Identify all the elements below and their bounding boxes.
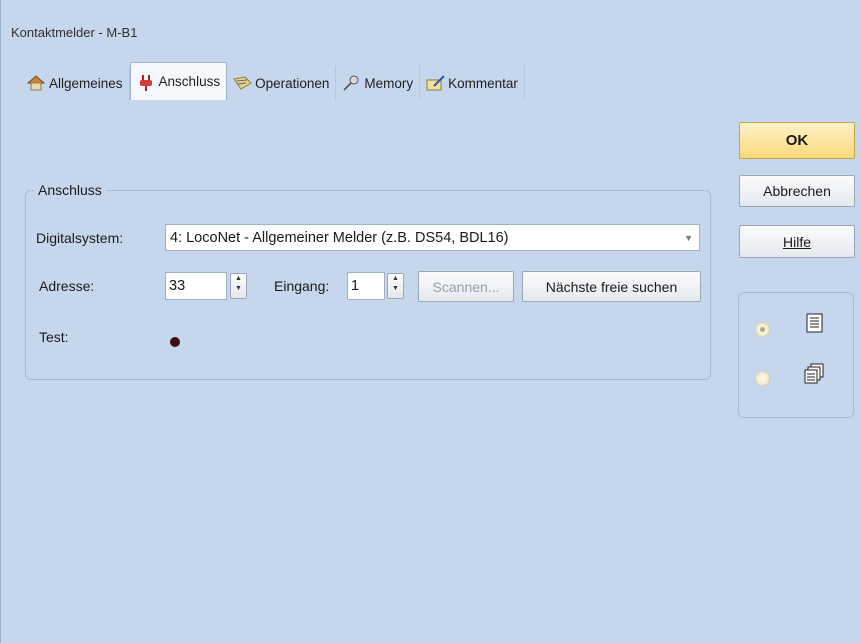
address-input[interactable]: 33 — [165, 272, 227, 300]
tab-label: Allgemeines — [49, 75, 123, 91]
tab-anschluss[interactable]: Anschluss — [129, 62, 228, 100]
window-title: Kontaktmelder - M-B1 — [11, 25, 138, 40]
tab-kommentar[interactable]: Kommentar — [420, 66, 525, 100]
digitalsystem-label: Digitalsystem: — [36, 230, 124, 246]
list-view-icon — [806, 313, 824, 336]
tab-bar: Allgemeines Anschluss Operationen Memory… — [21, 60, 525, 100]
tab-label: Memory — [364, 75, 414, 91]
digitalsystem-value: 4: LocoNet - Allgemeiner Melder (z.B. DS… — [170, 229, 509, 246]
house-icon — [26, 75, 46, 91]
dialog-window: Kontaktmelder - M-B1 Allgemeines Anschlu… — [0, 0, 861, 643]
radio-list-view[interactable] — [755, 322, 770, 337]
address-label: Adresse: — [39, 278, 95, 294]
radio-cascade-view[interactable] — [755, 371, 770, 386]
address-value: 33 — [169, 278, 186, 294]
next-free-button[interactable]: Nächste freie suchen — [522, 271, 701, 302]
chevron-down-icon[interactable]: ▼ — [684, 233, 693, 243]
tab-label: Anschluss — [158, 74, 221, 89]
help-button[interactable]: Hilfe — [739, 225, 855, 258]
scan-button[interactable]: Scannen... — [418, 271, 514, 302]
view-mode-panel — [738, 292, 854, 418]
help-button-label: Hilfe — [782, 233, 811, 250]
test-label: Test: — [39, 329, 69, 345]
input-field[interactable]: 1 — [347, 272, 385, 300]
tab-memory[interactable]: Memory — [336, 66, 421, 100]
tab-label: Kommentar — [448, 75, 518, 91]
digitalsystem-select[interactable]: 4: LocoNet - Allgemeiner Melder (z.B. DS… — [165, 224, 700, 251]
operations-icon — [233, 75, 252, 91]
plug-icon — [137, 74, 155, 91]
address-stepper[interactable]: ▲ ▼ — [230, 273, 247, 299]
cancel-button[interactable]: Abbrechen — [739, 175, 855, 207]
input-value: 1 — [351, 278, 360, 294]
notepad-icon — [426, 75, 445, 91]
test-indicator — [170, 337, 180, 347]
cascade-view-icon — [803, 363, 825, 388]
group-title: Anschluss — [34, 182, 106, 198]
input-label: Eingang: — [274, 278, 330, 294]
pin-icon — [342, 75, 360, 91]
ok-button[interactable]: OK — [739, 122, 855, 159]
tab-operationen[interactable]: Operationen — [227, 66, 337, 100]
tab-label: Operationen — [255, 75, 330, 91]
input-stepper[interactable]: ▲ ▼ — [387, 273, 404, 299]
tab-allgemeines[interactable]: Allgemeines — [21, 66, 130, 100]
